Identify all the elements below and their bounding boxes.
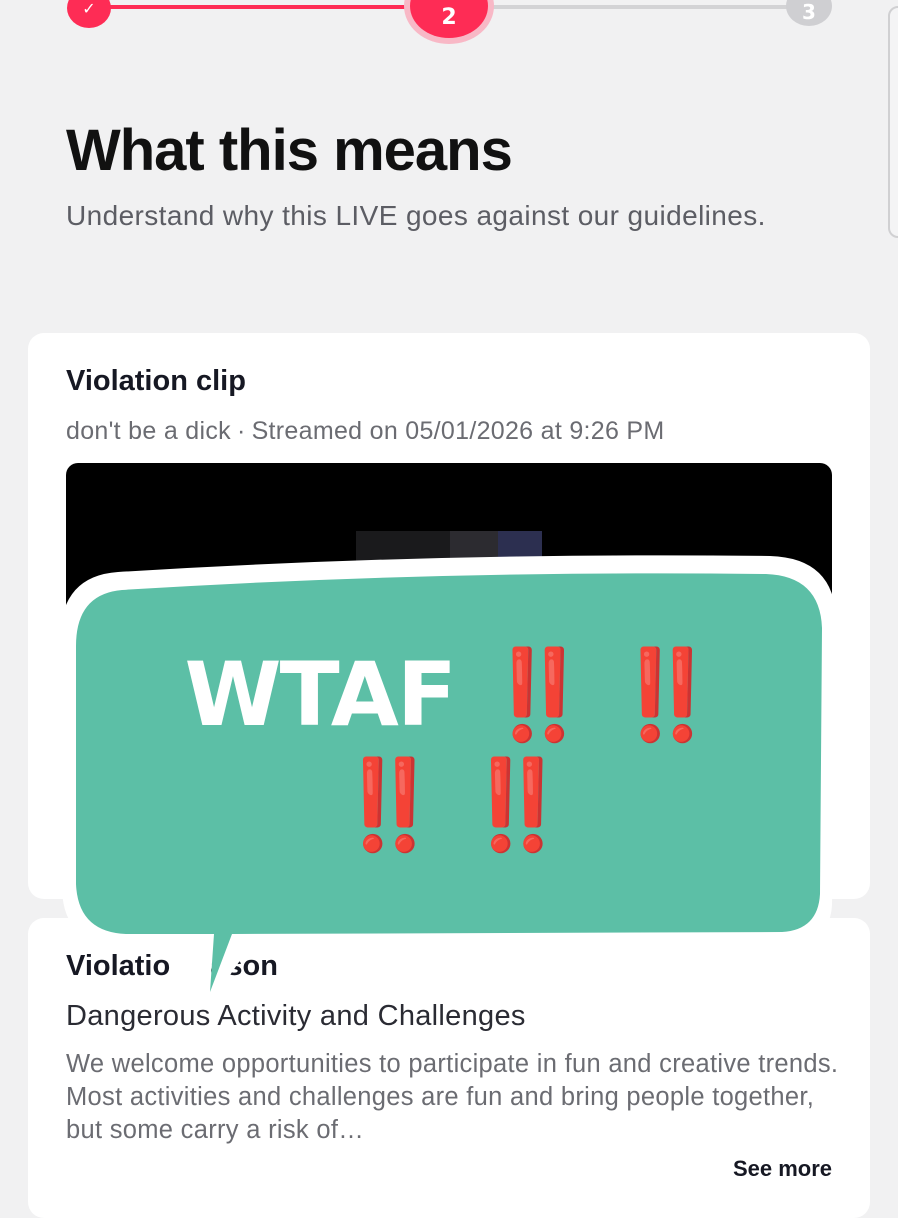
violation-clip-card: Violation clip don't be a dick · Streamed … [28,333,870,899]
reason-title-end: ason [210,950,278,982]
violation-description: We welcome opportunities to participate … [66,1050,839,1144]
step-2-current: 2 [410,0,488,38]
step-1-completed: ✓ [67,0,111,28]
step-3-pending: 3 [786,0,832,26]
step-2-label: 2 [441,4,457,30]
clip-meta: don't be a dick · Streamed on 05/01/2026 a… [66,417,665,446]
video-frame-preview [356,531,542,573]
step-3-label: 3 [802,0,816,24]
stepper-line-pending [450,5,810,9]
page-subtitle: Understand why this LIVE goes against ou… [66,200,766,231]
reason-title-start: Violatio [66,950,171,982]
streamed-date: Streamed on 05/01/2026 at 9:26 PM [251,417,665,445]
page-title: What this means [66,118,513,183]
violation-category: Dangerous Activity and Challenges [66,1000,526,1032]
violation-reason-card: Violatio ason Dangerous Activity and Chal… [28,918,870,1218]
meta-separator: · [236,417,246,445]
stepper-line-completed [90,5,450,9]
stream-title: don't be a dick [66,417,231,445]
violation-clip-title: Violation clip [66,365,246,397]
see-more-link[interactable]: See more [733,1156,832,1182]
checkmark-icon: ✓ [82,0,96,18]
side-panel-edge [888,6,898,238]
violation-reason-title: Violatio ason [66,950,278,983]
progress-stepper: ✓ 2 3 [0,0,898,40]
violation-video-player[interactable] [66,463,832,863]
